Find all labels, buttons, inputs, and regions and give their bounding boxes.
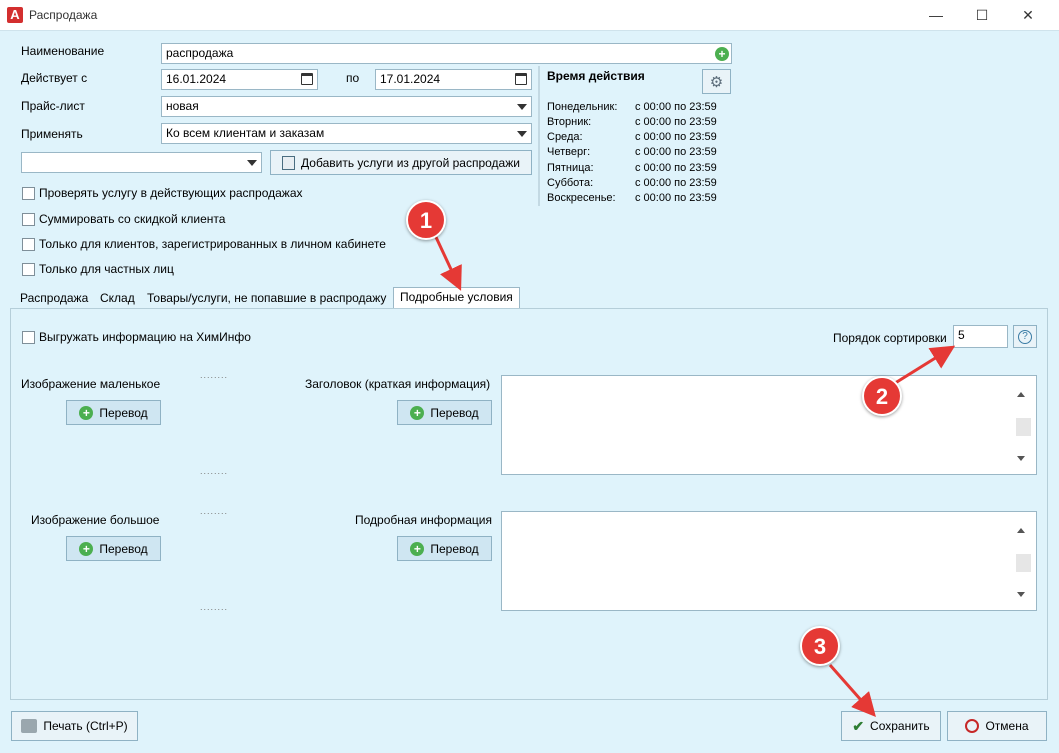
annotation-marker-2: 2 <box>862 376 902 416</box>
annotation-arrows <box>433 234 956 717</box>
annotation-marker-3: 3 <box>800 626 840 666</box>
annotation-marker-1: 1 <box>406 200 446 240</box>
